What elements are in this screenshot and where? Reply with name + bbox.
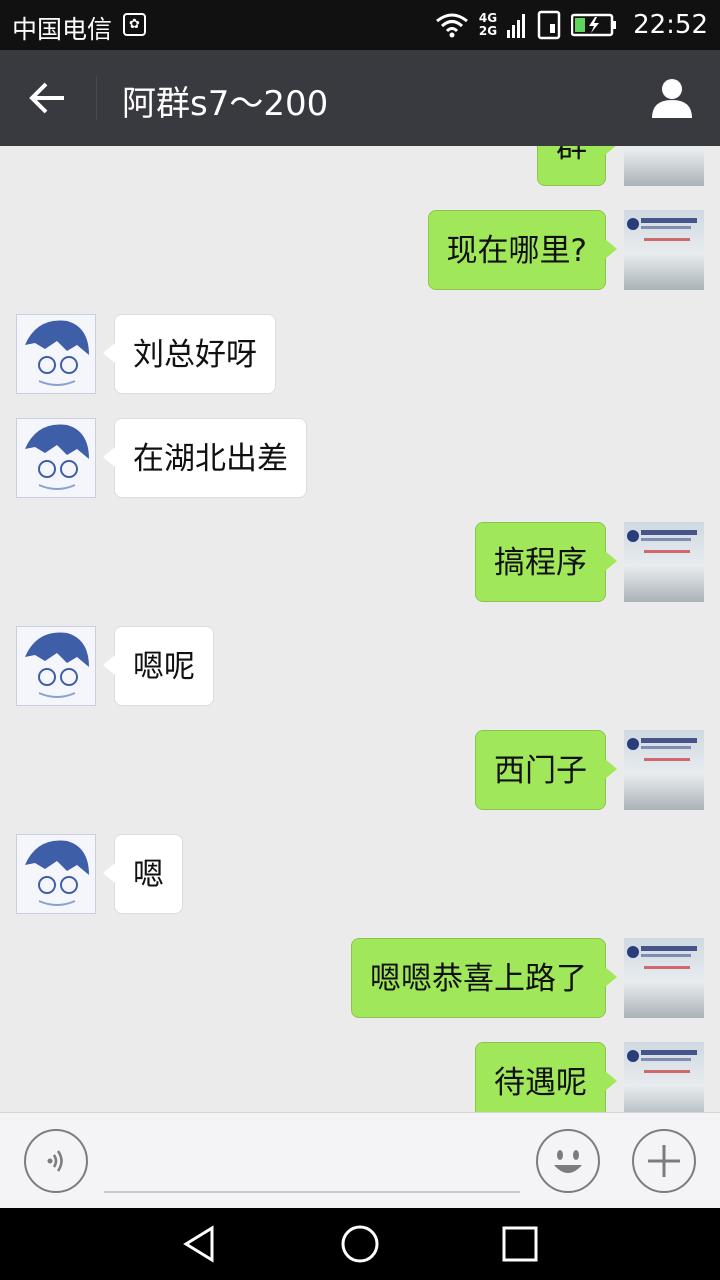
message-row: 搞程序	[0, 522, 720, 602]
battery-charging-icon	[571, 13, 617, 37]
system-nav-bar	[0, 1208, 720, 1280]
message-bubble[interactable]: 刘总好呀	[103, 314, 276, 394]
message-row: 待遇呢	[0, 1042, 720, 1112]
anime-portrait-icon	[25, 320, 89, 386]
anime-portrait-icon	[25, 424, 89, 490]
my-avatar[interactable]	[624, 938, 704, 1018]
message-row: 刘总好呀	[0, 314, 720, 394]
nav-recents-icon	[502, 1226, 538, 1262]
emoji-icon	[554, 1150, 582, 1173]
plus-icon	[648, 1145, 680, 1177]
more-options-button[interactable]	[632, 1129, 696, 1193]
nav-back-button[interactable]	[178, 1222, 222, 1266]
my-avatar[interactable]	[624, 730, 704, 810]
message-row: 嗯	[0, 834, 720, 914]
message-bubble[interactable]: 待遇呢	[475, 1042, 617, 1112]
anime-portrait-icon	[25, 840, 89, 906]
baidu-paw-icon: ✿	[123, 13, 146, 36]
anime-portrait-icon	[25, 632, 89, 698]
message-bubble[interactable]: 嗯呢	[103, 626, 214, 706]
my-avatar[interactable]	[624, 210, 704, 290]
message-bubble[interactable]: 西门子	[475, 730, 617, 810]
wifi-icon	[435, 13, 468, 38]
signal-icon	[507, 14, 526, 38]
message-row: 现在哪里?	[0, 210, 720, 290]
person-icon	[652, 79, 692, 118]
clock: 22:52	[633, 10, 708, 40]
network-type: 4G 2G	[479, 12, 497, 38]
message-bubble[interactable]: 搞程序	[475, 522, 617, 602]
chat-info-button[interactable]	[650, 76, 694, 120]
message-bubble[interactable]: 现在哪里?	[427, 210, 618, 290]
emoji-button[interactable]	[536, 1129, 600, 1193]
status-bar: 中国电信 ✿ 4G 2G 22:52	[0, 0, 720, 50]
nav-recents-button[interactable]	[498, 1222, 542, 1266]
message-bubble[interactable]: 在湖北出差	[103, 418, 307, 498]
message-row: 西门子	[0, 730, 720, 810]
message-row: 嗯呢	[0, 626, 720, 706]
contact-avatar[interactable]	[16, 418, 96, 498]
carrier-name: 中国电信	[12, 15, 113, 44]
my-avatar[interactable]	[624, 146, 704, 186]
message-row: 嗯嗯恭喜上路了	[0, 938, 720, 1018]
message-bubble[interactable]: 嗯嗯恭喜上路了	[351, 938, 617, 1018]
message-input[interactable]	[104, 1135, 520, 1193]
network-2g-label: 2G	[478, 24, 498, 38]
message-bubble[interactable]: 嗯	[103, 834, 183, 914]
contact-avatar[interactable]	[16, 626, 96, 706]
voice-input-button[interactable]	[24, 1129, 88, 1193]
my-avatar[interactable]	[624, 522, 704, 602]
nav-home-button[interactable]	[338, 1222, 382, 1266]
back-button[interactable]	[22, 74, 74, 122]
sim-icon	[537, 10, 561, 40]
nav-back-icon	[183, 1225, 214, 1263]
nav-home-icon	[341, 1225, 379, 1263]
message-list[interactable]: 群 现在哪里? 刘总好呀 在湖北出差 搞程序 嗯呢 西门子 嗯 嗯嗯恭喜上路了 …	[0, 146, 720, 1112]
header-divider	[96, 76, 97, 120]
message-row: 在湖北出差	[0, 418, 720, 498]
message-row: 群	[0, 146, 720, 186]
input-bar	[0, 1112, 720, 1208]
contact-avatar[interactable]	[16, 834, 96, 914]
message-bubble[interactable]: 群	[537, 146, 617, 186]
contact-avatar[interactable]	[16, 314, 96, 394]
back-arrow-icon	[29, 82, 64, 114]
voice-icon	[47, 1150, 63, 1172]
chat-header: 阿群s7～200	[0, 50, 720, 146]
my-avatar[interactable]	[624, 1042, 704, 1112]
page-title: 阿群s7～200	[122, 84, 329, 124]
